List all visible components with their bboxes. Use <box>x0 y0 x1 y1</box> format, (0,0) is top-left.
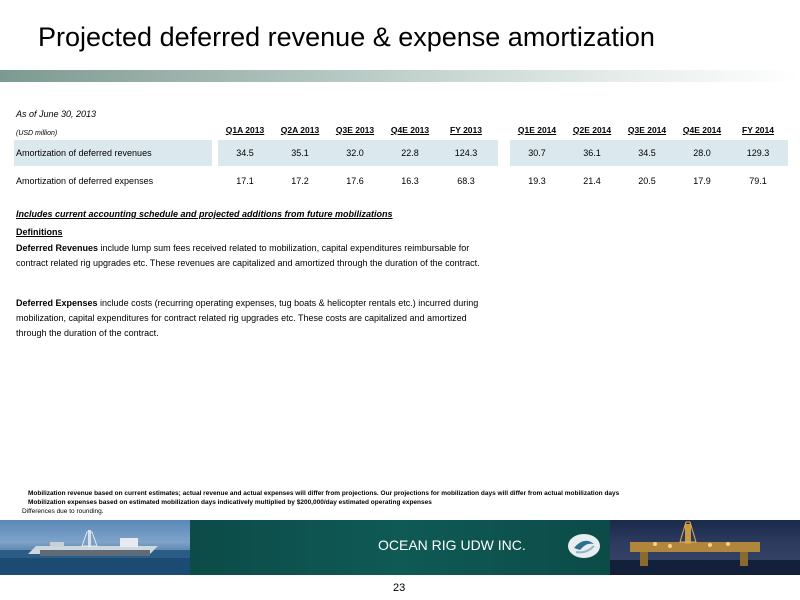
table-cell: 68.3 <box>457 176 475 186</box>
table-cell: 79.1 <box>749 176 767 186</box>
table-cell: 17.1 <box>236 176 254 186</box>
table-cell: 30.7 <box>528 148 546 158</box>
column-header: Q2E 2014 <box>572 125 612 135</box>
column-header: FY 2013 <box>450 125 482 135</box>
table-cell: 20.5 <box>638 176 656 186</box>
table-cell: 129.3 <box>746 148 770 158</box>
column-header: Q3E 2014 <box>627 125 667 135</box>
column-header: FY 2014 <box>742 125 774 135</box>
column-header: Q4E 2014 <box>682 125 722 135</box>
table-cell: 32.0 <box>346 148 364 158</box>
schedule-note: Includes current accounting schedule and… <box>16 209 393 219</box>
row-label-deferred-expenses: Amortization of deferred expenses <box>16 176 154 186</box>
footnote: Mobilization revenue based on current es… <box>28 490 620 497</box>
drillship-image <box>0 520 190 575</box>
rig-image <box>610 520 800 575</box>
table-cell: 16.3 <box>401 176 419 186</box>
as-of-date: As of June 30, 2013 <box>16 109 97 119</box>
definitions-heading: Definitions <box>16 227 63 237</box>
table-cell: 124.3 <box>454 148 478 158</box>
page-title: Projected deferred revenue & expense amo… <box>38 22 655 52</box>
table-cell: 28.0 <box>693 148 711 158</box>
table-cell: 17.9 <box>693 176 711 186</box>
column-header: Q1A 2013 <box>225 125 265 135</box>
deferred-revenues-definition: Deferred Revenues include lump sum fees … <box>16 241 536 271</box>
table-cell: 19.3 <box>528 176 546 186</box>
definition-term: Deferred Expenses <box>16 298 98 308</box>
units-label: (USD million) <box>16 130 58 137</box>
definition-text: include lump sum fees received related t… <box>98 243 470 253</box>
column-header: Q1E 2014 <box>517 125 557 135</box>
table-cell: 36.1 <box>583 148 601 158</box>
definition-text: mobilization, capital expenditures for c… <box>16 313 467 323</box>
title-divider <box>0 70 800 82</box>
table-cell: 22.8 <box>401 148 419 158</box>
table-cell: 34.5 <box>236 148 254 158</box>
row-label-deferred-revenues: Amortization of deferred revenues <box>16 148 152 158</box>
column-header: Q2A 2013 <box>280 125 320 135</box>
table-cell: 17.2 <box>291 176 309 186</box>
definition-text: include costs (recurring operating expen… <box>97 298 479 308</box>
table-cell: 35.1 <box>291 148 309 158</box>
footnote: Differences due to rounding. <box>22 508 104 515</box>
definition-text: through the duration of the contract. <box>16 328 159 338</box>
company-name: OCEAN RIG UDW INC. <box>378 537 526 553</box>
definition-term: Deferred Revenues <box>16 243 99 253</box>
page-number: 23 <box>393 582 406 594</box>
table-cell: 34.5 <box>638 148 656 158</box>
company-logo <box>566 532 602 560</box>
table-cell: 17.6 <box>346 176 364 186</box>
definition-text: contract related rig upgrades etc. These… <box>16 258 480 268</box>
deferred-expenses-definition: Deferred Expenses include costs (recurri… <box>16 296 536 341</box>
footnote: Mobilization expenses based on estimated… <box>28 499 432 506</box>
column-header: Q4E 2013 <box>390 125 430 135</box>
table-cell: 21.4 <box>583 176 601 186</box>
column-header: Q3E 2013 <box>335 125 375 135</box>
